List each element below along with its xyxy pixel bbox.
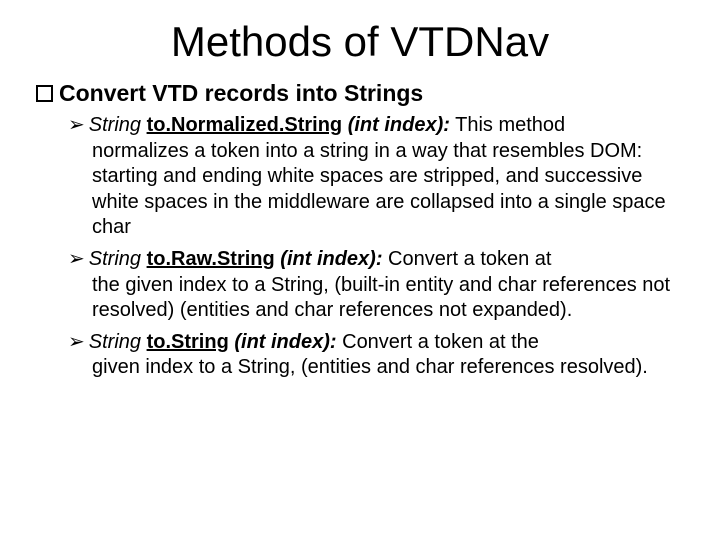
method-name: to.Normalized.String: [147, 114, 343, 136]
list-item: ➢String to.String (int index): Convert a…: [68, 330, 686, 381]
desc-body: given index to a String, (entities and c…: [92, 355, 686, 381]
desc-body: normalizes a token into a string in a wa…: [92, 139, 686, 241]
desc-lead: Convert a token at the: [337, 331, 539, 353]
section-heading: Convert VTD records into Strings: [36, 80, 686, 107]
method-args: (int index):: [342, 114, 450, 136]
chevron-right-icon: ➢: [68, 330, 85, 356]
hollow-square-icon: [36, 85, 53, 102]
method-args: (int index):: [275, 248, 383, 270]
method-args: (int index):: [229, 331, 337, 353]
section-heading-text: Convert VTD records into Strings: [59, 80, 423, 107]
method-name: to.String: [147, 331, 229, 353]
chevron-right-icon: ➢: [68, 247, 85, 273]
method-name: to.Raw.String: [147, 248, 275, 270]
return-type: String: [89, 114, 147, 136]
desc-body: the given index to a String, (built-in e…: [92, 273, 686, 324]
return-type: String: [89, 331, 147, 353]
chevron-right-icon: ➢: [68, 113, 85, 139]
page-title: Methods of VTDNav: [34, 18, 686, 66]
desc-lead: This method: [450, 114, 565, 136]
return-type: String: [89, 248, 147, 270]
desc-lead: Convert a token at: [383, 248, 552, 270]
method-list: ➢String to.Normalized.String (int index)…: [68, 113, 686, 381]
list-item: ➢String to.Normalized.String (int index)…: [68, 113, 686, 241]
list-item: ➢String to.Raw.String (int index): Conve…: [68, 247, 686, 324]
